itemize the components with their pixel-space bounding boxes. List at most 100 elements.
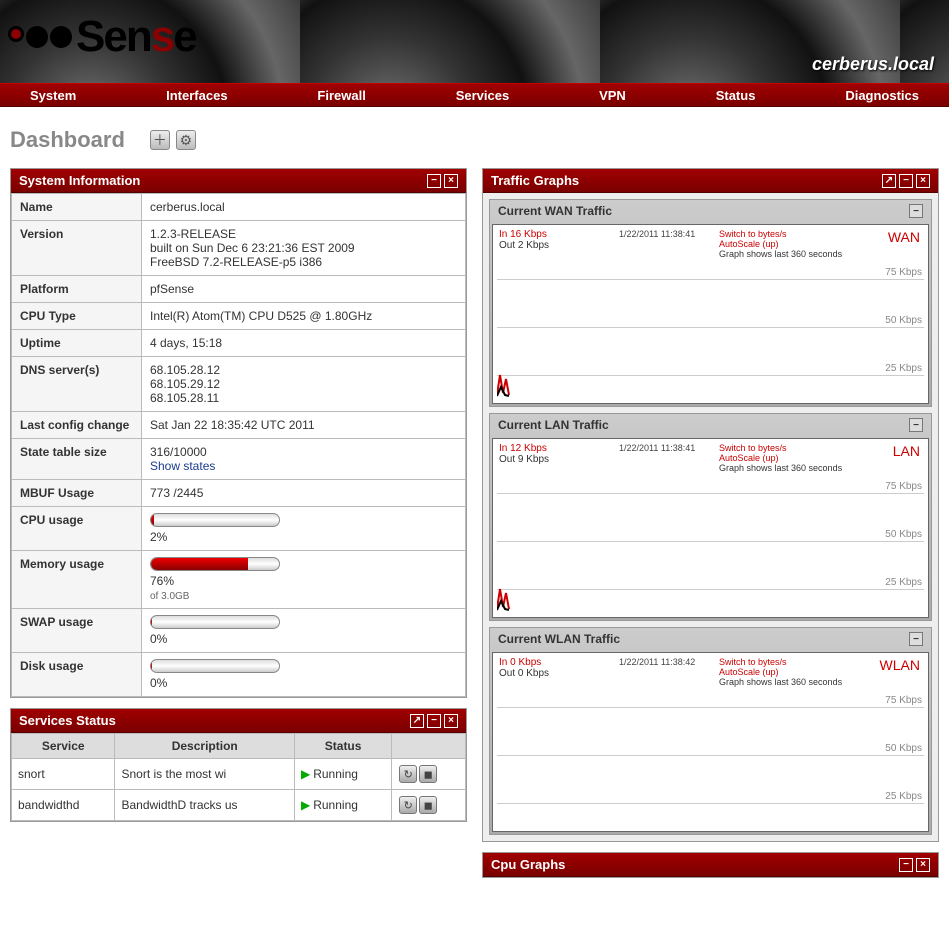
widget-header: Cpu Graphs − × [483,853,938,877]
logo-text: Sense [76,12,196,62]
label-cpu-usage: CPU usage [12,507,142,551]
add-widget-icon[interactable]: ＋ [150,130,170,150]
nav-vpn[interactable]: VPN [579,88,646,103]
minimize-icon[interactable]: − [899,858,913,872]
timestamp: 1/22/2011 11:38:41 [619,229,719,259]
collapse-icon[interactable]: − [909,632,923,646]
col-status: Status [294,734,391,759]
minimize-icon[interactable]: − [427,714,441,728]
sysinfo-table: Namecerberus.local Version 1.2.3-RELEASE… [11,193,466,697]
page-title-row: Dashboard ＋ ⚙ [0,107,949,168]
traffic-spike [497,367,527,397]
restart-icon[interactable]: ↻ [399,765,417,783]
right-column: Traffic Graphs ↗ − × Current WAN Traffic… [482,168,939,888]
hostname-label: cerberus.local [812,54,934,75]
mem-usage-bar [150,557,280,571]
switch-units-link[interactable]: Switch to bytes/s [719,443,879,453]
graph-note: Graph shows last 360 seconds [719,249,879,259]
traffic-graph-canvas[interactable]: In 12 KbpsOut 9 Kbps1/22/2011 11:38:41Sw… [492,438,929,618]
service-desc: BandwidthD tracks us [115,790,295,821]
interface-label: WAN [888,229,920,245]
nav-firewall[interactable]: Firewall [297,88,385,103]
y-label: 25 Kbps [885,363,922,374]
dashboard: System Information − × Namecerberus.loca… [0,168,949,888]
show-states-link[interactable]: Show states [150,459,215,473]
nav-interfaces[interactable]: Interfaces [146,88,247,103]
traffic-graph-canvas[interactable]: In 0 KbpsOut 0 Kbps1/22/2011 11:38:42Swi… [492,652,929,832]
widget-services-status: Services Status ↗ − × Service Descriptio… [10,708,467,822]
value-platform: pfSense [142,276,466,303]
restart-icon[interactable]: ↻ [399,796,417,814]
services-table: Service Description Status snort Snort i… [11,733,466,821]
label-dns: DNS server(s) [12,357,142,412]
value-swap: 0% [142,609,466,653]
value-name: cerberus.local [142,194,466,221]
col-actions [392,734,466,759]
nav-status[interactable]: Status [696,88,776,103]
switch-units-link[interactable]: Switch to bytes/s [719,657,879,667]
graph-note: Graph shows last 360 seconds [719,463,879,473]
widget-header: Traffic Graphs ↗ − × [483,169,938,193]
traffic-graph-title: Current LAN Traffic [498,418,909,432]
graph-note: Graph shows last 360 seconds [719,677,879,687]
widget-traffic-graphs: Traffic Graphs ↗ − × Current WAN Traffic… [482,168,939,842]
swap-usage-bar [150,615,280,629]
value-uptime: 4 days, 15:18 [142,330,466,357]
service-actions: ↻◼ [392,790,466,821]
label-swap: SWAP usage [12,609,142,653]
stop-icon[interactable]: ◼ [419,796,437,814]
traffic-graph-wan: Current WAN Traffic− In 16 KbpsOut 2 Kbps… [489,199,932,407]
config-icon[interactable]: ↗ [410,714,424,728]
traffic-graph-canvas[interactable]: In 16 KbpsOut 2 Kbps1/22/2011 11:38:41Sw… [492,224,929,404]
widget-title: Cpu Graphs [491,857,896,872]
timestamp: 1/22/2011 11:38:42 [619,657,719,687]
y-label: 75 Kbps [885,481,922,492]
widget-system-information: System Information − × Namecerberus.loca… [10,168,467,698]
settings-icon[interactable]: ⚙ [176,130,196,150]
autoscale-link[interactable]: AutoScale (up) [719,667,879,677]
label-uptime: Uptime [12,330,142,357]
graph-meta: Switch to bytes/sAutoScale (up)Graph sho… [719,229,879,259]
close-icon[interactable]: × [916,174,930,188]
value-dns: 68.105.28.1268.105.29.1268.105.28.11 [142,357,466,412]
nav-services[interactable]: Services [436,88,530,103]
close-icon[interactable]: × [916,858,930,872]
header-banner: Sense cerberus.local [0,0,949,83]
autoscale-link[interactable]: AutoScale (up) [719,453,879,463]
label-disk: Disk usage [12,653,142,697]
collapse-icon[interactable]: − [909,418,923,432]
widget-title: System Information [19,173,424,188]
left-column: System Information − × Namecerberus.loca… [10,168,467,832]
io-readout: In 0 KbpsOut 0 Kbps [499,657,619,687]
value-cpu: Intel(R) Atom(TM) CPU D525 @ 1.80GHz [142,303,466,330]
switch-units-link[interactable]: Switch to bytes/s [719,229,879,239]
collapse-icon[interactable]: − [909,204,923,218]
stop-icon[interactable]: ◼ [419,765,437,783]
widget-title: Services Status [19,713,407,728]
traffic-graph-wlan: Current WLAN Traffic−In 0 KbpsOut 0 Kbps… [489,627,932,835]
col-service: Service [12,734,115,759]
close-icon[interactable]: × [444,714,458,728]
nav-system[interactable]: System [10,88,96,103]
label-mbuf: MBUF Usage [12,480,142,507]
graph-meta: Switch to bytes/sAutoScale (up)Graph sho… [719,657,879,687]
label-version: Version [12,221,142,276]
label-mem-usage: Memory usage [12,551,142,609]
close-icon[interactable]: × [444,174,458,188]
minimize-icon[interactable]: − [899,174,913,188]
traffic-graph-title: Current WAN Traffic [498,204,909,218]
autoscale-link[interactable]: AutoScale (up) [719,239,879,249]
widget-header: Services Status ↗ − × [11,709,466,733]
y-label: 25 Kbps [885,791,922,802]
minimize-icon[interactable]: − [427,174,441,188]
value-disk: 0% [142,653,466,697]
config-icon[interactable]: ↗ [882,174,896,188]
service-status: ▶Running [294,759,391,790]
nav-diagnostics[interactable]: Diagnostics [825,88,939,103]
logo[interactable]: Sense [8,12,196,62]
service-actions: ↻◼ [392,759,466,790]
y-label: 25 Kbps [885,577,922,588]
cpu-usage-bar [150,513,280,527]
label-lastcfg: Last config change [12,412,142,439]
logo-icon [8,26,72,48]
